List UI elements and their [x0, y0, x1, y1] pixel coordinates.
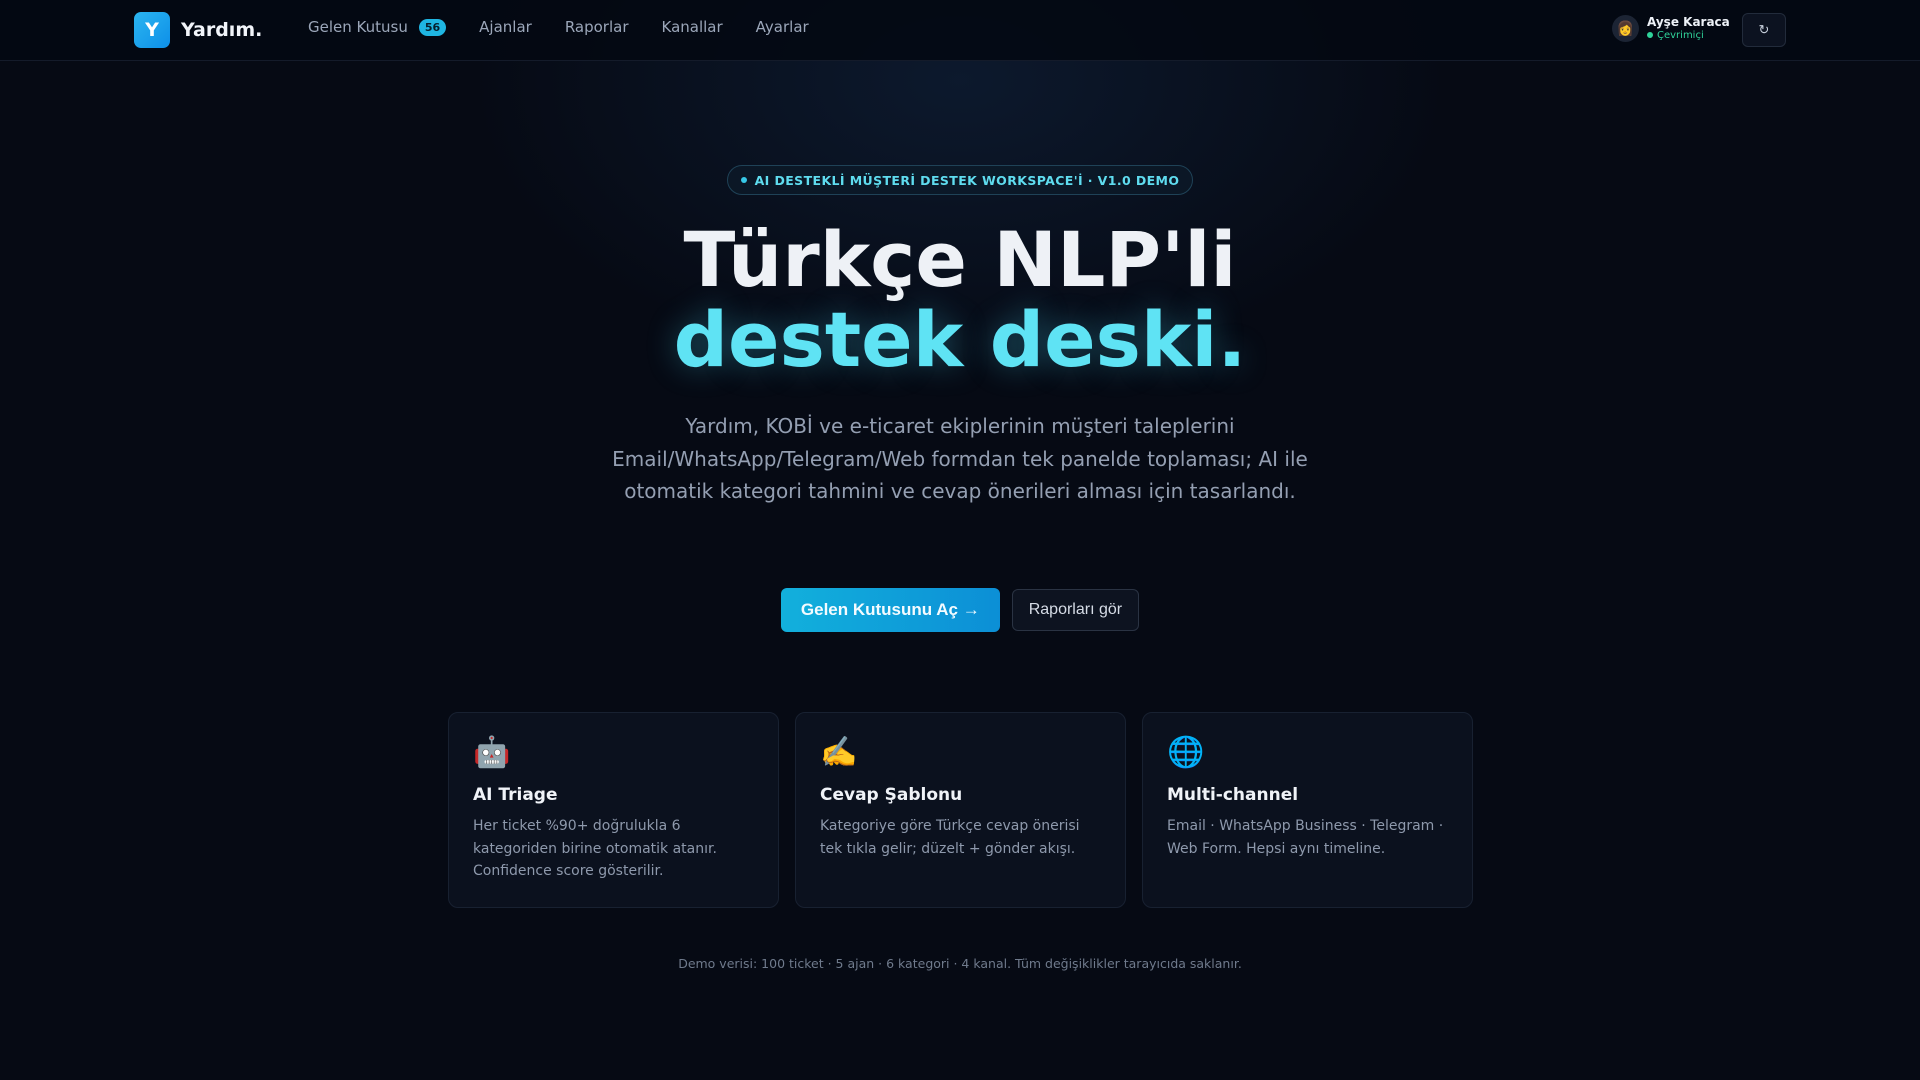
- open-inbox-button[interactable]: Gelen Kutusunu Aç →: [780, 588, 1000, 632]
- hero-tag-label: AI DESTEKLİ MÜŞTERİ DESTEK WORKSPACE'İ ·…: [754, 172, 1180, 188]
- feature-card-ai-triage: 🤖 AI Triage Her ticket %90+ doğrulukla 6…: [448, 712, 779, 908]
- nav-item-inbox[interactable]: Gelen Kutusu 56: [308, 18, 447, 36]
- brand-name: Yardım.: [181, 19, 263, 41]
- online-dot-icon: [1647, 32, 1653, 39]
- nav-item-label: Ayarlar: [755, 18, 809, 36]
- nav-item-channels[interactable]: Kanallar: [662, 18, 723, 36]
- pill-dot-icon: [740, 177, 747, 183]
- cta-row: Gelen Kutusunu Aç → Raporları gör: [0, 588, 1920, 632]
- user-info: Ayşe Karaca Çevrimiçi: [1647, 15, 1730, 41]
- feature-card-reply-template: ✍️ Cevap Şablonu Kategoriye göre Türkçe …: [795, 712, 1126, 908]
- hero-tag-pill: AI DESTEKLİ MÜŞTERİ DESTEK WORKSPACE'İ ·…: [727, 165, 1193, 195]
- woman-avatar-icon: 👩: [1612, 15, 1639, 42]
- top-nav-bar: Y Yardım. Gelen Kutusu 56 Ajanlar Raporl…: [0, 0, 1920, 61]
- user-status-label: Çevrimiçi: [1657, 29, 1704, 41]
- nav-item-label: Gelen Kutusu: [308, 18, 408, 36]
- refresh-icon: ↻: [1758, 22, 1770, 37]
- hero-title: Türkçe NLP'li: [683, 215, 1237, 304]
- main-nav: Gelen Kutusu 56 Ajanlar Raporlar Kanalla…: [308, 18, 842, 36]
- feature-title: Multi-channel: [1167, 785, 1299, 805]
- inbox-count-badge: 56: [418, 18, 447, 36]
- feature-cards: 🤖 AI Triage Her ticket %90+ doğrulukla 6…: [448, 712, 1489, 908]
- globe-icon: 🌐: [1167, 735, 1205, 770]
- nav-item-label: Raporlar: [564, 18, 629, 36]
- view-reports-button[interactable]: Raporları gör: [1011, 589, 1140, 631]
- feature-description: Email · WhatsApp Business · Telegram · W…: [1167, 818, 1444, 857]
- user-name: Ayşe Karaca: [1647, 15, 1730, 30]
- robot-icon: 🤖: [473, 735, 511, 770]
- nav-item-agents[interactable]: Ajanlar: [479, 18, 532, 36]
- writing-hand-icon: ✍️: [820, 735, 858, 770]
- feature-card-multichannel: 🌐 Multi-channel Email · WhatsApp Busines…: [1142, 712, 1473, 908]
- feature-title: Cevap Şablonu: [820, 785, 963, 805]
- demo-data-note: Demo verisi: 100 ticket · 5 ajan · 6 kat…: [678, 956, 1242, 971]
- nav-item-label: Ajanlar: [479, 18, 532, 36]
- user-status: Çevrimiçi: [1647, 30, 1730, 41]
- nav-item-reports[interactable]: Raporlar: [565, 18, 629, 36]
- nav-item-label: Kanallar: [661, 18, 723, 36]
- feature-description: Kategoriye göre Türkçe cevap önerisi tek…: [820, 818, 1080, 857]
- feature-title: AI Triage: [473, 785, 558, 805]
- hero-title-accent: destek deski.: [673, 295, 1247, 384]
- brand[interactable]: Y Yardım.: [134, 12, 262, 48]
- refresh-button[interactable]: ↻: [1742, 13, 1786, 47]
- hero-description: Yardım, KOBİ ve e-ticaret ekiplerinin mü…: [612, 414, 1308, 503]
- brand-logo: Y: [134, 12, 170, 48]
- feature-description: Her ticket %90+ doğrulukla 6 kategoriden…: [473, 818, 717, 879]
- user-profile[interactable]: 👩 Ayşe Karaca Çevrimiçi: [1612, 15, 1730, 42]
- nav-item-settings[interactable]: Ayarlar: [756, 18, 809, 36]
